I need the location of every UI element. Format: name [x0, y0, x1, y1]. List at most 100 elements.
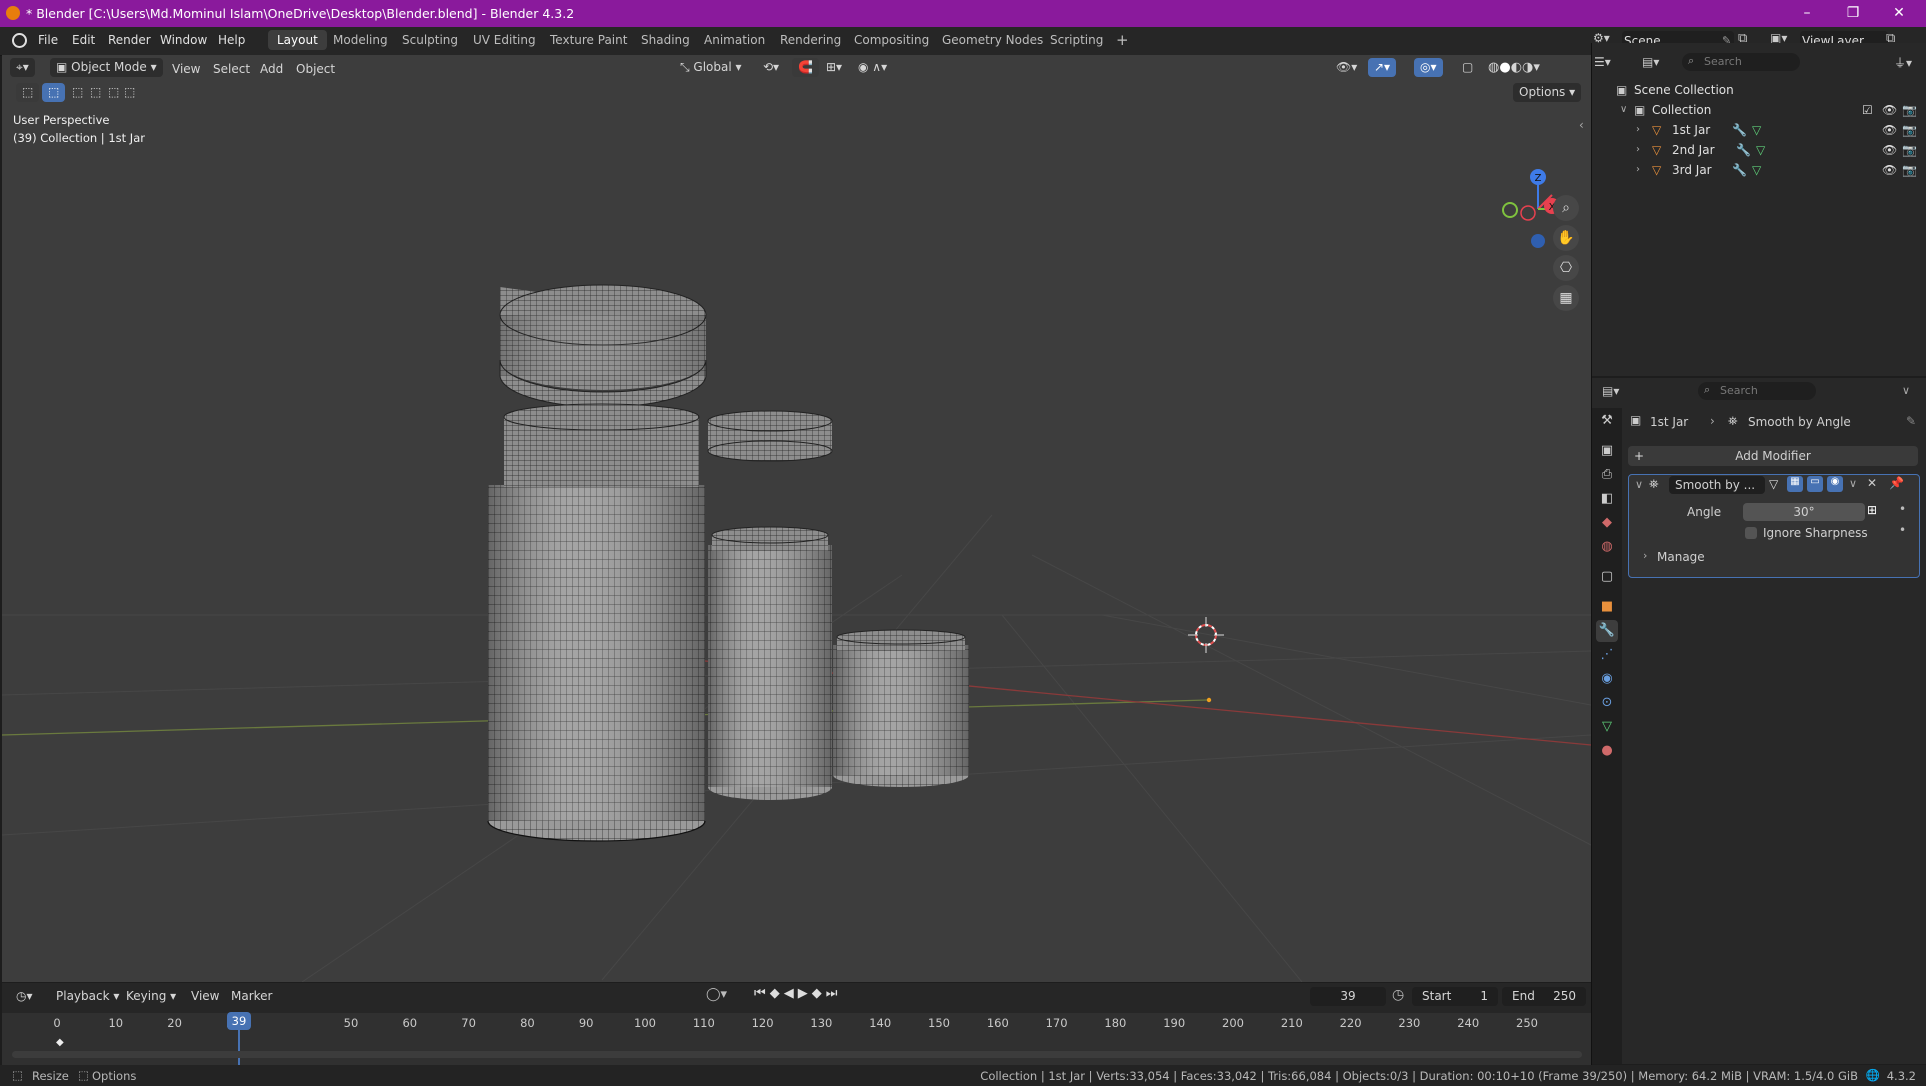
- viewport-menu-add[interactable]: Add: [260, 62, 283, 76]
- camera-view-icon[interactable]: ⎔: [1553, 255, 1579, 281]
- tab-modeling[interactable]: Modeling: [324, 30, 397, 50]
- viewport-menu-view[interactable]: View: [172, 62, 200, 76]
- transform-orientation[interactable]: ⤡ Global ▾: [674, 58, 748, 77]
- tab-uv-editing[interactable]: UV Editing: [464, 30, 545, 50]
- view-layer-tab-icon[interactable]: ◧: [1596, 488, 1618, 510]
- menu-render[interactable]: Render: [108, 33, 151, 47]
- object-render-icon[interactable]: 📷: [1902, 140, 1917, 160]
- tab-compositing[interactable]: Compositing: [845, 30, 938, 50]
- object-tab-icon[interactable]: ■: [1596, 596, 1618, 618]
- add-workspace-button[interactable]: +: [1107, 30, 1138, 50]
- menu-window[interactable]: Window: [160, 33, 207, 47]
- outliner-search-field[interactable]: ⌕ Search: [1682, 53, 1800, 71]
- node-socket-icon[interactable]: ⊞: [1867, 503, 1883, 521]
- jar-3-body[interactable]: [833, 629, 969, 787]
- wireframe-shading-icon[interactable]: ◍: [1488, 60, 1499, 75]
- gizmo-toggle-icon[interactable]: ↗▾: [1368, 58, 1397, 77]
- modifier-name-field[interactable]: Smooth by ...: [1669, 476, 1765, 494]
- keyframe-dot-icon[interactable]: •: [1899, 502, 1906, 516]
- xray-icon[interactable]: ▢: [1456, 58, 1479, 77]
- pin-modifier-icon[interactable]: 📌: [1889, 476, 1904, 490]
- render-toggle-icon[interactable]: ◉: [1827, 476, 1843, 492]
- zoom-icon[interactable]: ⌕: [1553, 195, 1579, 221]
- blender-menu-icon[interactable]: [12, 33, 27, 48]
- proportional-edit-icon[interactable]: ◉ ∧▾: [852, 58, 893, 77]
- pan-hand-icon[interactable]: ✋: [1553, 225, 1579, 251]
- jar-1-lid[interactable]: [499, 284, 707, 408]
- menu-help[interactable]: Help: [218, 33, 245, 47]
- minimize-button[interactable]: –: [1784, 0, 1830, 27]
- modifier-wrench-icon[interactable]: 🔧: [1732, 160, 1747, 180]
- pivot-point-icon[interactable]: ⟲▾: [757, 58, 785, 77]
- mesh-data-icon[interactable]: ▽: [1756, 140, 1765, 160]
- expand-collection-icon[interactable]: ∨: [1620, 100, 1627, 120]
- scene-tab-icon[interactable]: ◆: [1596, 512, 1618, 534]
- close-window-button[interactable]: ✕: [1876, 0, 1922, 27]
- menu-edit[interactable]: Edit: [72, 33, 95, 47]
- tab-geometry-nodes[interactable]: Geometry Nodes: [933, 30, 1052, 50]
- collection-visibility-icon[interactable]: 👁: [1882, 100, 1897, 120]
- tab-scripting[interactable]: Scripting: [1041, 30, 1112, 50]
- outliner-row-1st-jar[interactable]: › ▽ 1st Jar 🔧 ▽ 👁 📷: [1592, 120, 1926, 140]
- keyframe-dot-icon[interactable]: •: [1899, 523, 1906, 537]
- expand-manage-icon[interactable]: ›: [1643, 549, 1647, 562]
- collection-tab-icon[interactable]: ▢: [1596, 566, 1618, 588]
- modifier-wrench-icon[interactable]: 🔧: [1736, 140, 1751, 160]
- jar-2-lid[interactable]: [707, 410, 833, 462]
- visibility-icon[interactable]: 👁▾: [1330, 58, 1363, 77]
- mode-selector[interactable]: ▣ Object Mode ▾: [50, 58, 163, 77]
- solid-shading-icon[interactable]: ●: [1499, 60, 1510, 75]
- options-dropdown[interactable]: Options ▾: [1513, 83, 1582, 102]
- material-tab-icon[interactable]: ●: [1596, 740, 1618, 762]
- ortho-grid-icon[interactable]: ▦: [1553, 285, 1579, 311]
- render-tab-icon[interactable]: ▣: [1596, 440, 1618, 462]
- jar-2-body[interactable]: [708, 526, 832, 800]
- properties-search-field[interactable]: ⌕ Search: [1698, 382, 1816, 400]
- modifier-menu-icon[interactable]: ∨: [1849, 477, 1857, 490]
- pin-icon[interactable]: ✎: [1906, 414, 1916, 428]
- remove-modifier-icon[interactable]: ✕: [1867, 476, 1877, 490]
- editor-type-button[interactable]: ⌖▾: [10, 58, 35, 77]
- collapse-panel-icon[interactable]: ∨: [1635, 478, 1643, 491]
- material-shading-icon[interactable]: ◐: [1511, 60, 1522, 75]
- snap-target-icon[interactable]: ⊞▾: [820, 58, 848, 77]
- rendered-shading-icon[interactable]: ◑: [1522, 60, 1533, 75]
- modifier-tab-icon[interactable]: 🔧: [1596, 620, 1618, 642]
- add-modifier-button[interactable]: + Add Modifier: [1628, 446, 1918, 466]
- angle-field[interactable]: 30°: [1743, 503, 1865, 521]
- select-mode-new-icon[interactable]: ⬚: [42, 83, 66, 102]
- outliner-row-3rd-jar[interactable]: › ▽ 3rd Jar 🔧 ▽ 👁 📷: [1592, 160, 1926, 180]
- outliner-editor-type-icon[interactable]: ☰▾: [1594, 55, 1611, 69]
- output-tab-icon[interactable]: ⎙: [1596, 464, 1618, 486]
- collection-checkbox-icon[interactable]: ☑: [1862, 100, 1873, 120]
- tab-layout[interactable]: Layout: [268, 30, 327, 50]
- jar-1-body[interactable]: [487, 403, 706, 842]
- filter-icon[interactable]: ⏚▾: [1894, 54, 1912, 71]
- ignore-sharpness-checkbox[interactable]: [1745, 527, 1757, 539]
- physics-tab-icon[interactable]: ◉: [1596, 668, 1618, 690]
- data-tab-icon[interactable]: ▽: [1596, 716, 1618, 738]
- select-mode-intersect-icon[interactable]: ⬚: [118, 83, 141, 102]
- object-visibility-icon[interactable]: 👁: [1882, 160, 1897, 180]
- expand-icon[interactable]: ›: [1636, 140, 1640, 160]
- outliner-row-scene-collection[interactable]: ▣ Scene Collection: [1592, 80, 1926, 100]
- properties-options-icon[interactable]: ∨: [1902, 384, 1910, 397]
- tab-shading[interactable]: Shading: [632, 30, 699, 50]
- 3d-viewport[interactable]: ⌖▾ ▣ Object Mode ▾ View Select Add Objec…: [2, 55, 1591, 982]
- expand-icon[interactable]: ›: [1636, 120, 1640, 140]
- outliner-row-2nd-jar[interactable]: › ▽ 2nd Jar 🔧 ▽ 👁 📷: [1592, 140, 1926, 160]
- restore-button[interactable]: ❐: [1830, 0, 1876, 27]
- keyframe-diamond-icon[interactable]: ◆: [56, 1037, 64, 1048]
- tab-sculpting[interactable]: Sculpting: [393, 30, 467, 50]
- object-visibility-icon[interactable]: 👁: [1882, 140, 1897, 160]
- menu-file[interactable]: File: [38, 33, 58, 47]
- manage-subpanel-label[interactable]: Manage: [1657, 550, 1705, 564]
- constraints-tab-icon[interactable]: ⊙: [1596, 692, 1618, 714]
- sidebar-toggle-icon[interactable]: ‹: [1579, 118, 1584, 132]
- viewport-menu-object[interactable]: Object: [296, 62, 335, 76]
- world-tab-icon[interactable]: ◍: [1596, 536, 1618, 558]
- object-render-icon[interactable]: 📷: [1902, 120, 1917, 140]
- mesh-data-icon[interactable]: ▽: [1752, 120, 1761, 140]
- object-render-icon[interactable]: 📷: [1902, 160, 1917, 180]
- properties-editor-type-icon[interactable]: ▤▾: [1602, 384, 1619, 398]
